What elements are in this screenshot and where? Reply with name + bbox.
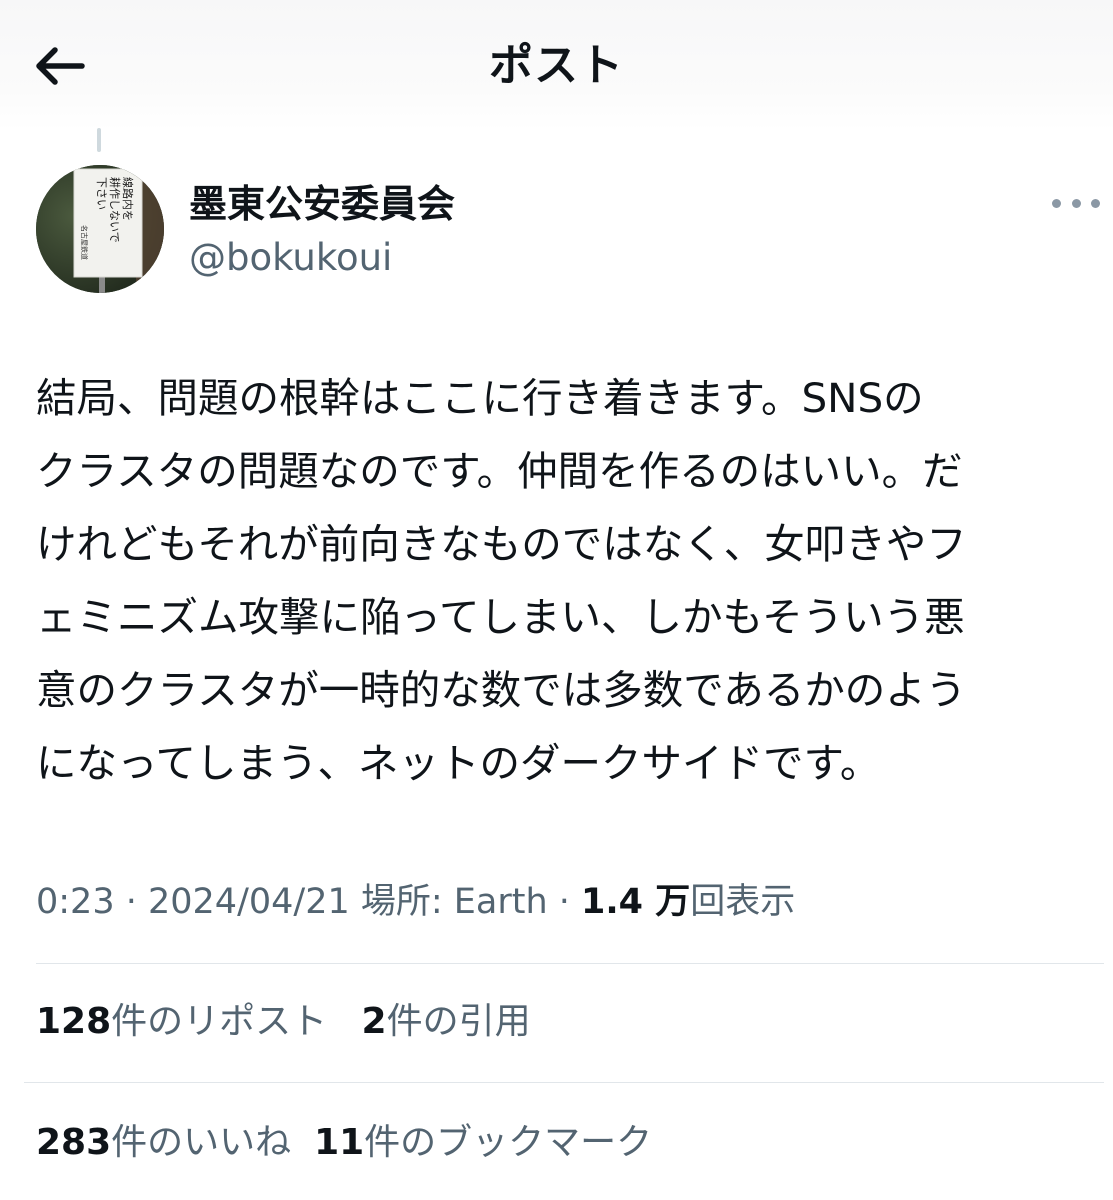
avatar[interactable]: 線路内を 耕作しないで 下さい 名古屋鉄道	[36, 165, 164, 293]
location-value: Earth	[453, 882, 548, 922]
avatar-sign-image: 線路内を 耕作しないで 下さい 名古屋鉄道	[36, 165, 164, 293]
quotes-count: 2	[361, 1001, 387, 1042]
meta-separator: ·	[547, 882, 582, 922]
quotes-label: 件の引用	[386, 1001, 531, 1042]
top-bar: ポスト	[0, 0, 1113, 130]
tweet-date[interactable]: 2024/04/21	[148, 882, 350, 922]
location-label: 場所:	[349, 882, 454, 922]
bookmarks-label: 件のブックマーク	[364, 1122, 653, 1163]
tweet-text-line: 意のクラスタが一時的な数では多数であるかのよう	[36, 666, 967, 714]
author-display-name[interactable]: 墨東公安委員会	[189, 178, 455, 230]
views-label: 回表示	[690, 882, 796, 922]
views-count: 1.4 万	[581, 882, 691, 922]
reposts-count: 128	[36, 1001, 112, 1042]
divider	[36, 963, 1104, 964]
likes-stat[interactable]: 283件のいいね	[36, 1122, 291, 1163]
bookmarks-count: 11	[314, 1122, 365, 1163]
reposts-stat[interactable]: 128件のリポスト	[36, 1001, 327, 1042]
meta-separator: ·	[114, 882, 148, 922]
page-title: ポスト	[489, 40, 624, 91]
tweet-text-line: クラスタの問題なのです。仲間を作るのはいい。だ	[36, 447, 963, 495]
quotes-stat[interactable]: 2件の引用	[362, 1001, 531, 1042]
likes-count: 283	[36, 1122, 112, 1163]
more-options-button[interactable]	[1052, 188, 1100, 218]
tweet-text-line: 結局、問題の根幹はここに行き着きます。SNSの	[36, 374, 924, 422]
more-dots-icon	[1052, 198, 1061, 208]
bookmarks-stat[interactable]: 11件のブックマーク	[314, 1122, 652, 1163]
reposts-label: 件のリポスト	[111, 1001, 328, 1042]
tweet-text-line: ェミニズム攻撃に陥ってしまい、しかもそういう悪	[36, 593, 965, 641]
stats-row-reposts: 128件のリポスト 2件の引用	[36, 996, 531, 1048]
tweet-time[interactable]: 0:23	[36, 882, 115, 922]
tweet-text-line: になってしまう、ネットのダークサイドです。	[36, 739, 881, 787]
divider	[24, 1082, 1104, 1083]
stats-row-likes: 283件のいいね 11件のブックマーク	[36, 1117, 652, 1169]
tweet-text: 結局、問題の根幹はここに行き着きます。SNSの クラスタの問題なのです。仲間を作…	[36, 362, 1104, 800]
author-handle[interactable]: @bokukoui	[189, 234, 392, 282]
avatar-sign-line-2: 耕作しないで	[108, 177, 122, 243]
tweet-text-line: けれどもそれが前向きなものではなく、女叩きやフ	[36, 520, 967, 568]
avatar-sign-line-3: 下さい	[95, 177, 108, 210]
avatar-sign-footer: 名古屋鉄道	[80, 225, 89, 260]
likes-label: 件のいいね	[111, 1122, 292, 1163]
thread-line	[97, 128, 101, 152]
tweet-meta: 0:23 · 2024/04/21 場所: Earth · 1.4 万回表示	[36, 876, 795, 928]
avatar-sign-line-1: 線路内を	[121, 177, 135, 221]
